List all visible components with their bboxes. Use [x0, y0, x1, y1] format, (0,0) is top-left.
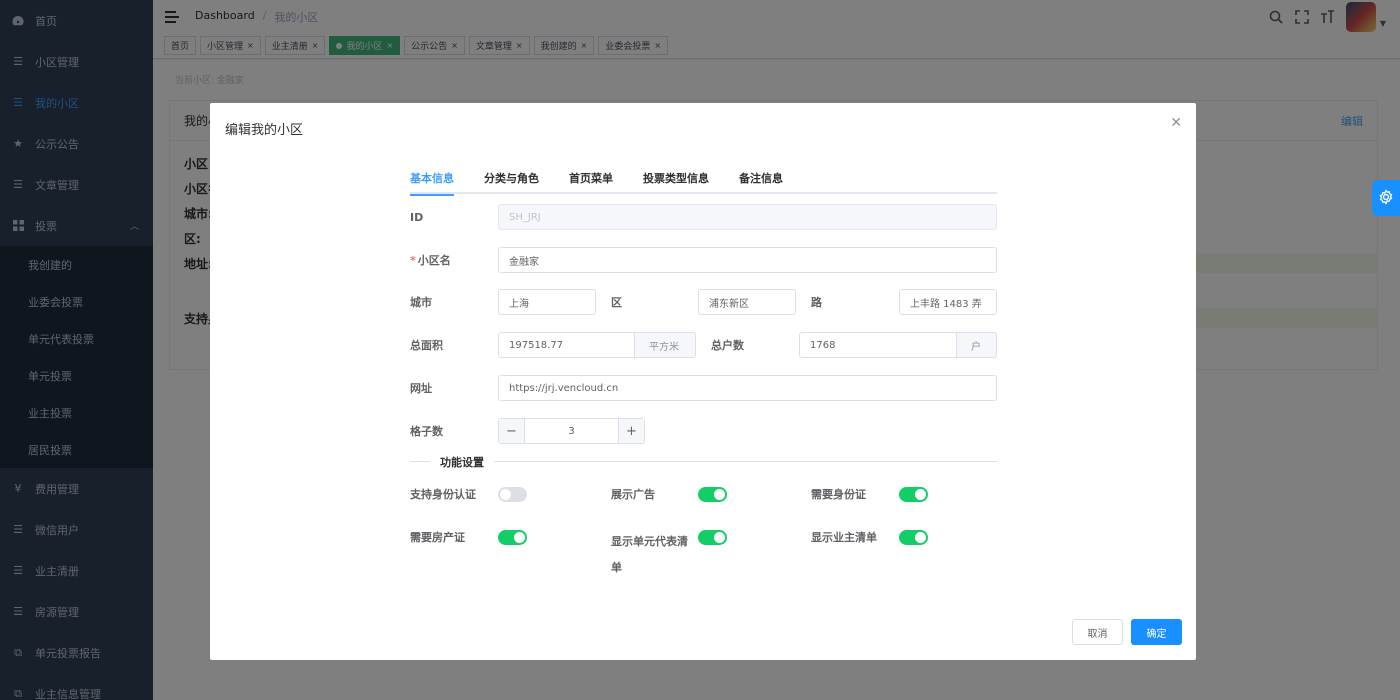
- section-title: 功能设置: [430, 454, 494, 470]
- households-input[interactable]: 1768: [799, 332, 957, 358]
- show-unit-rep-list-switch[interactable]: [698, 530, 727, 545]
- auth-support-switch[interactable]: [498, 487, 527, 502]
- url-input[interactable]: https://jrj.vencloud.cn: [498, 375, 997, 401]
- cancel-button[interactable]: 取消: [1072, 619, 1123, 645]
- grid-count-value[interactable]: 3: [525, 426, 618, 437]
- show-ads-switch[interactable]: [698, 487, 727, 502]
- name-label-wrap: * 小区名: [410, 252, 498, 268]
- gear-icon: [1378, 188, 1394, 208]
- households-unit: 户: [957, 332, 997, 358]
- show-owner-list-switch[interactable]: [899, 530, 928, 545]
- households-label: 总户数: [711, 339, 744, 352]
- switch-label: 需要房产证: [410, 531, 465, 544]
- minus-icon[interactable]: −: [499, 419, 525, 443]
- require-deed-switch[interactable]: [498, 530, 527, 545]
- form-row-address: 城市 上海 区 浦东新区 路 上丰路 1483 弄: [410, 289, 997, 315]
- grid-label: 格子数: [410, 425, 443, 438]
- switch-label: 显示业主清单: [811, 531, 877, 544]
- settings-button[interactable]: [1372, 180, 1400, 216]
- tab-remarks[interactable]: 备注信息: [739, 170, 783, 194]
- dialog-tabs: 基本信息 分类与角色 首页菜单 投票类型信息 备注信息: [410, 170, 997, 196]
- id-input: SH_JRJ: [498, 204, 997, 230]
- url-label: 网址: [410, 382, 432, 395]
- id-label: ID: [410, 210, 424, 224]
- area-unit: 平方米: [635, 332, 696, 358]
- require-id-switch[interactable]: [899, 487, 928, 502]
- switch-label: 需要身份证: [811, 488, 866, 501]
- tab-basic-info[interactable]: 基本信息: [410, 170, 454, 196]
- edit-community-dialog: 编辑我的小区 ✕ 基本信息 分类与角色 首页菜单 投票类型信息 备注信息 ID …: [210, 103, 1196, 660]
- city-label: 城市: [410, 296, 432, 309]
- form-row-id: ID SH_JRJ: [410, 204, 997, 230]
- close-icon[interactable]: ✕: [1170, 115, 1182, 131]
- name-input[interactable]: 金融家: [498, 247, 997, 273]
- area-label: 总面积: [410, 339, 443, 352]
- district-input[interactable]: 浦东新区: [698, 289, 796, 315]
- required-asterisk: *: [410, 254, 416, 267]
- dialog-title: 编辑我的小区: [225, 123, 304, 138]
- form-row-name: * 小区名 金融家: [410, 247, 997, 273]
- switch-label: 展示广告: [611, 488, 655, 501]
- tab-categories-roles[interactable]: 分类与角色: [484, 170, 539, 194]
- tab-vote-types[interactable]: 投票类型信息: [643, 170, 709, 194]
- switch-label: 显示单元代表清单: [611, 535, 688, 574]
- form-row-area: 总面积 197518.77 平方米 总户数 1768 户: [410, 332, 997, 358]
- plus-icon[interactable]: +: [618, 419, 644, 443]
- area-input[interactable]: 197518.77: [498, 332, 635, 358]
- name-label: 小区名: [417, 254, 451, 267]
- confirm-button[interactable]: 确定: [1131, 619, 1182, 645]
- switch-label: 支持身份认证: [410, 488, 476, 501]
- tab-home-menu[interactable]: 首页菜单: [569, 170, 613, 194]
- form-row-url: 网址 https://jrj.vencloud.cn: [410, 375, 997, 401]
- road-label: 路: [811, 296, 822, 309]
- road-input[interactable]: 上丰路 1483 弄: [899, 289, 997, 315]
- district-label: 区: [611, 296, 622, 309]
- form-row-grid: 格子数 − 3 +: [410, 418, 645, 444]
- grid-count-stepper: − 3 +: [498, 418, 645, 444]
- section-divider: [410, 461, 997, 462]
- city-input[interactable]: 上海: [498, 289, 596, 315]
